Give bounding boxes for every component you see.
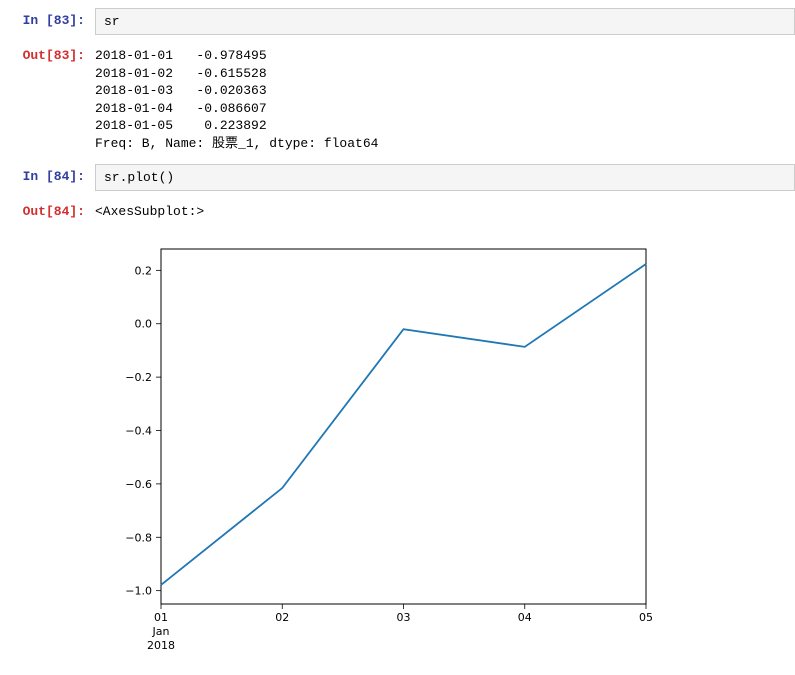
cell-84-output: Out[84]: <AxesSubplot:> −1.0 −0.8 −0.6 −0.4… xyxy=(0,199,795,663)
x-sublabel: 2018 xyxy=(147,639,175,652)
cell-84-output-repr: <AxesSubplot:> xyxy=(95,199,795,229)
y-tick-label: −0.4 xyxy=(125,424,152,437)
chart-container: −1.0 −0.8 −0.6 −0.4 −0.2 0.0 0.2 01 02 03 04 05 Jan2… xyxy=(95,229,795,663)
out-prompt-83: Out[83]: xyxy=(0,43,95,160)
cell-83-output-text: 2018-01-01 -0.978495 2018-01-02 -0.61552… xyxy=(95,43,795,160)
x-tick-label: 03 xyxy=(397,611,411,624)
x-tick-label: 04 xyxy=(518,611,532,624)
y-tick-label: 0.2 xyxy=(135,264,153,277)
x-tick-label: 01 xyxy=(154,611,168,624)
code-input-83[interactable]: sr xyxy=(95,8,795,35)
in-prompt-84: In [84]: xyxy=(0,164,95,195)
plot-border xyxy=(161,249,646,604)
y-tick-label: 0.0 xyxy=(135,318,153,331)
code-input-84[interactable]: sr.plot() xyxy=(95,164,795,191)
x-sublabel: Jan xyxy=(152,625,170,638)
cell-84-input: In [84]: sr.plot() xyxy=(0,164,795,195)
y-tick-label: −0.6 xyxy=(125,478,152,491)
cell-83-output: Out[83]: 2018-01-01 -0.978495 2018-01-02… xyxy=(0,43,795,160)
cell-84-output-content: <AxesSubplot:> −1.0 −0.8 −0.6 −0.4 −0.2 0.0 0.… xyxy=(95,199,795,663)
in-prompt-83: In [83]: xyxy=(0,8,95,39)
cell-83-input-content: sr xyxy=(95,8,795,39)
cell-83-output-content: 2018-01-01 -0.978495 2018-01-02 -0.61552… xyxy=(95,43,795,160)
data-line xyxy=(161,264,646,585)
x-tick-label: 02 xyxy=(275,611,289,624)
y-tick-label: −0.2 xyxy=(125,371,152,384)
line-chart: −1.0 −0.8 −0.6 −0.4 −0.2 0.0 0.2 01 02 03 04 05 Jan2… xyxy=(101,239,661,659)
out-prompt-84: Out[84]: xyxy=(0,199,95,663)
y-tick-label: −1.0 xyxy=(125,584,152,597)
cell-83-input: In [83]: sr xyxy=(0,8,795,39)
y-tick-label: −0.8 xyxy=(125,531,152,544)
cell-84-input-content: sr.plot() xyxy=(95,164,795,195)
x-tick-label: 05 xyxy=(639,611,653,624)
